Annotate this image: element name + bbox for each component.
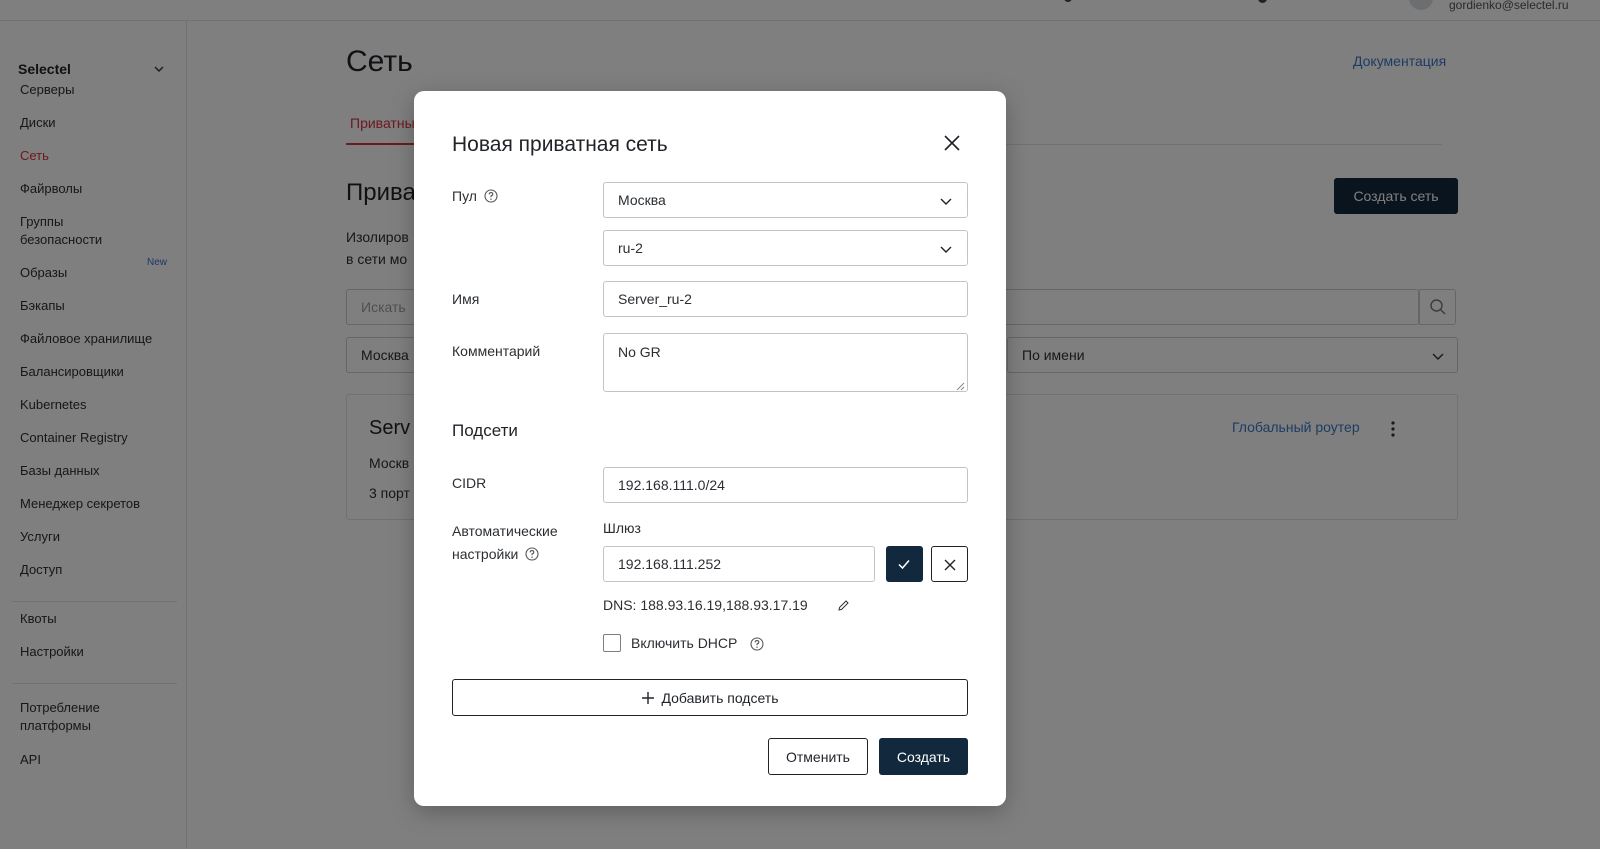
add-subnet-label: Добавить подсеть [661,689,779,706]
auto-settings-label-line2: настройки [452,546,519,562]
dhcp-label[interactable]: Включить DHCP [631,635,737,651]
pool-label: Пул [452,188,477,204]
resize-handle-icon[interactable] [955,381,965,391]
chevron-down-icon [940,246,952,253]
chevron-down-icon [940,198,952,205]
pool-label-row: Пул [452,185,498,207]
help-icon[interactable] [484,189,498,203]
name-input[interactable] [603,281,968,317]
comment-label: Комментарий [452,343,541,359]
comment-textarea[interactable]: No GR [603,333,968,392]
gateway-label: Шлюз [603,520,641,536]
pool-select-value: Москва [618,192,666,208]
name-label: Имя [452,291,480,307]
subnets-heading: Подсети [452,421,518,440]
add-subnet-button[interactable]: Добавить подсеть [452,679,968,716]
dhcp-checkbox[interactable] [603,634,621,652]
cancel-button[interactable]: Отменить [768,738,868,775]
check-icon [898,560,910,570]
cidr-label: CIDR [452,475,487,491]
cidr-input[interactable] [603,467,968,503]
zone-select-value: ru-2 [618,240,643,256]
pool-select[interactable]: Москва [603,182,968,218]
close-icon [944,559,956,571]
cancel-gateway-button[interactable] [931,546,968,582]
plus-icon [642,691,655,704]
auto-settings-label-row: настройки [452,543,539,565]
zone-select[interactable]: ru-2 [603,230,968,266]
close-icon[interactable] [942,133,962,153]
help-icon[interactable] [525,547,539,561]
help-icon[interactable] [750,637,764,651]
auto-settings-label-line1: Автоматические [452,523,558,539]
create-button[interactable]: Создать [879,738,968,775]
confirm-gateway-button[interactable] [886,546,923,582]
pencil-icon[interactable] [837,599,850,612]
dialog-title: Новая приватная сеть [452,133,668,156]
dns-text: DNS: 188.93.16.19,188.93.17.19 [603,597,808,613]
new-private-network-dialog: Новая приватная сеть Пул Москва ru-2 Имя… [414,91,1006,806]
gateway-input[interactable] [603,546,875,582]
